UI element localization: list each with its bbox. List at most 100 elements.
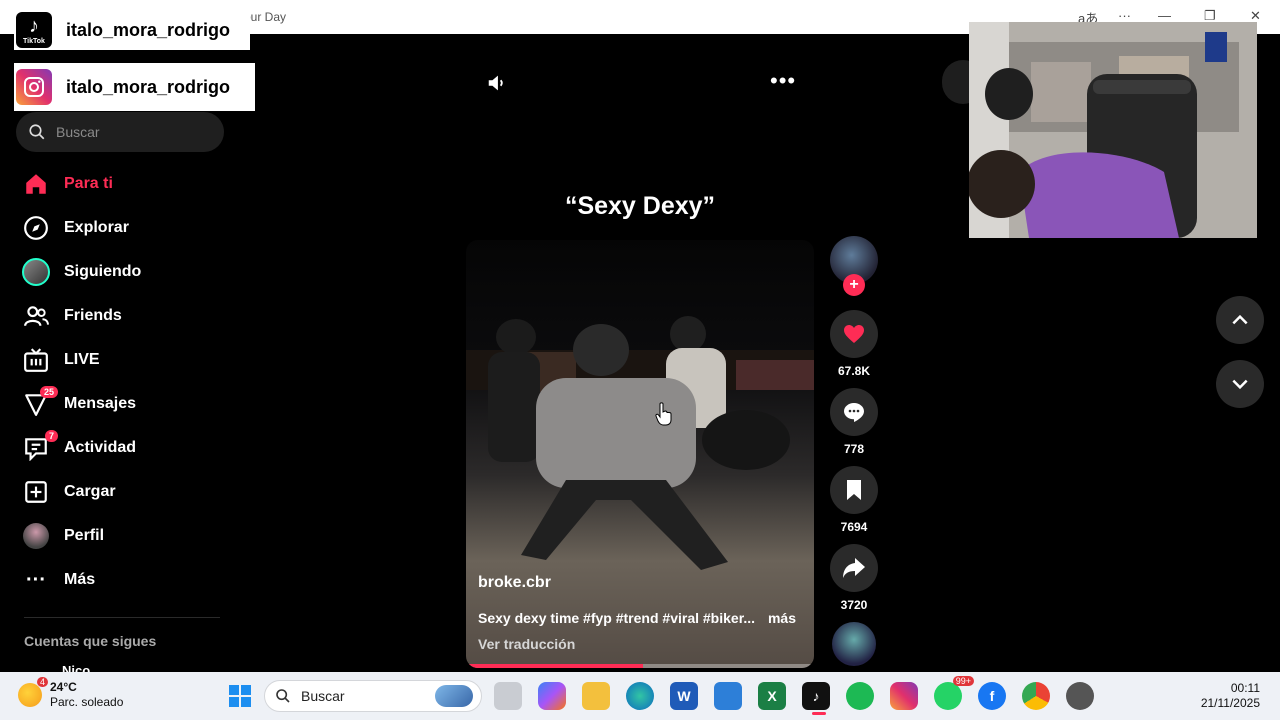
following-avatar	[20, 256, 52, 288]
share-count: 3720	[840, 598, 868, 612]
sidebar-item-cargar[interactable]: Cargar	[20, 470, 230, 514]
heart-icon	[844, 325, 864, 343]
activity-icon: 7	[20, 430, 58, 464]
sidebar-item-label: LIVE	[64, 351, 100, 368]
volume-icon[interactable]	[486, 72, 508, 99]
instagram-icon[interactable]	[890, 682, 918, 710]
search-icon	[29, 124, 45, 140]
messages-badge: 25	[39, 386, 58, 398]
minimize-button[interactable]: —	[1158, 8, 1171, 23]
sidebar-item-label: Más	[64, 571, 96, 588]
live-icon	[20, 344, 52, 376]
windows-start-icon[interactable]	[226, 682, 254, 710]
overlay-username: italo_mora_rodrigo	[66, 19, 231, 40]
profile-avatar	[20, 520, 52, 552]
video-progress-bar[interactable]	[466, 664, 814, 668]
overlay-username: italo_mora_rodrigo	[66, 76, 231, 97]
window-title: our Day	[244, 10, 287, 24]
sidebar-item-friends[interactable]: Friends	[20, 294, 230, 338]
edge-browser-icon[interactable]	[626, 682, 654, 710]
see-translation-link[interactable]: Ver traducción	[478, 636, 575, 652]
activity-badge: 7	[44, 430, 58, 442]
friends-icon	[20, 300, 52, 332]
webcam-feed-image	[969, 22, 1257, 238]
sidebar-item-mensajes[interactable]: 25 Mensajes	[20, 382, 230, 426]
sidebar-divider	[24, 617, 220, 618]
sidebar-item-label: Explorar	[64, 219, 129, 236]
windows-taskbar: 4 24°C Parc. soleado Buscar W X ♪ 99+ f …	[0, 672, 1280, 720]
next-video-button[interactable]	[1216, 360, 1264, 408]
hand-cursor-icon	[655, 402, 673, 431]
tiktok-logo-icon: ♪ TikTok	[16, 12, 52, 48]
video-actions: + 67.8K 778 7694 3720	[830, 236, 878, 666]
search-input[interactable]: Buscar	[16, 112, 224, 152]
save-button[interactable]	[830, 466, 878, 514]
previous-video-button[interactable]	[1216, 296, 1264, 344]
sidebar-item-actividad[interactable]: 7 Actividad	[20, 426, 230, 470]
microsoft-store-icon[interactable]	[714, 682, 742, 710]
facebook-icon[interactable]: f	[978, 682, 1006, 710]
upload-icon	[20, 476, 52, 508]
weather-temperature: 24°C	[50, 680, 77, 694]
more-icon: ···	[26, 568, 46, 591]
file-explorer-icon[interactable]	[582, 682, 610, 710]
music-disc-avatar[interactable]	[832, 622, 876, 666]
chevron-down-icon	[1232, 379, 1248, 390]
share-icon	[843, 558, 865, 578]
like-count: 67.8K	[837, 364, 871, 378]
copilot-icon[interactable]	[538, 682, 566, 710]
video-player[interactable]: broke.cbr Sexy dexy time #fyp #trend #vi…	[466, 240, 814, 668]
search-placeholder: Buscar	[56, 124, 100, 140]
video-more-button[interactable]: •••	[770, 68, 796, 94]
following-section-title: Cuentas que sigues	[24, 633, 157, 649]
weather-widget[interactable]: 4 24°C Parc. soleado	[18, 677, 124, 710]
clock-date: 21/11/2025	[1200, 696, 1260, 710]
excel-icon[interactable]: X	[758, 682, 786, 710]
spotify-icon[interactable]	[846, 682, 874, 710]
sidebar-nav: Para ti Explorar Siguiendo Friends LIVE …	[20, 162, 230, 602]
comment-count: 778	[843, 442, 865, 456]
like-button[interactable]	[830, 310, 878, 358]
system-clock[interactable]: 00:11 21/11/2025	[1201, 681, 1260, 711]
sidebar-item-label: Para ti	[64, 175, 113, 192]
save-count: 7694	[840, 520, 868, 534]
search-highlight-image	[435, 685, 473, 707]
taskbar-search-label: Buscar	[301, 688, 345, 704]
sidebar-item-label: Friends	[64, 307, 122, 324]
show-more-link[interactable]: más	[768, 610, 796, 626]
sidebar-item-live[interactable]: LIVE	[20, 338, 230, 382]
task-view-icon[interactable]	[494, 682, 522, 710]
share-button[interactable]	[830, 544, 878, 592]
whatsapp-badge: 99+	[952, 676, 974, 686]
recorder-app-icon[interactable]	[1066, 682, 1094, 710]
messages-icon: 25	[20, 386, 58, 420]
taskbar-search[interactable]: Buscar	[264, 680, 482, 712]
instagram-username-overlay: italo_mora_rodrigo	[14, 63, 255, 111]
sidebar-item-label: Perfil	[64, 527, 105, 544]
follow-plus-icon[interactable]: +	[843, 274, 865, 296]
weather-badge: 4	[36, 677, 48, 687]
word-icon[interactable]: W	[670, 682, 698, 710]
sidebar-item-label: Cargar	[64, 483, 116, 500]
weather-condition: Parc. soleado	[50, 695, 124, 709]
whatsapp-icon[interactable]: 99+	[934, 676, 974, 710]
sidebar-item-perfil[interactable]: Perfil	[20, 514, 230, 558]
comment-icon	[844, 403, 864, 422]
chevron-up-icon	[1232, 314, 1248, 325]
tiktok-username-overlay: ♪ TikTok italo_mora_rodrigo	[14, 10, 250, 50]
sidebar-item-label: Actividad	[64, 439, 137, 456]
video-description: Sexy dexy time #fyp #trend #viral #biker…	[478, 610, 796, 626]
sidebar-item-siguiendo[interactable]: Siguiendo	[20, 250, 230, 294]
creator-avatar[interactable]: +	[830, 236, 878, 296]
comment-button[interactable]	[830, 388, 878, 436]
video-author[interactable]: broke.cbr	[478, 574, 551, 592]
chrome-icon[interactable]	[1022, 682, 1050, 710]
bookmark-icon	[847, 480, 861, 500]
browser-menu-button[interactable]: ···	[1118, 8, 1131, 23]
sidebar-item-mas[interactable]: ··· Más	[20, 558, 230, 602]
video-frame	[466, 316, 814, 570]
search-icon	[276, 689, 290, 703]
tiktok-app-icon[interactable]: ♪	[802, 682, 830, 710]
clock-time: 00:11	[1230, 681, 1260, 695]
webcam-overlay	[969, 22, 1257, 238]
